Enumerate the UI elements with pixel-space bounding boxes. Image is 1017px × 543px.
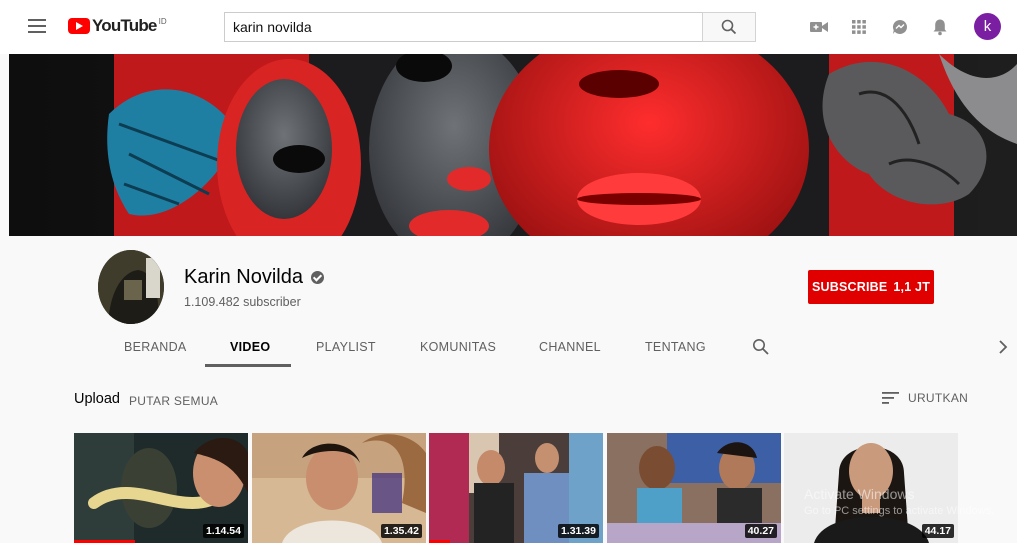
channel-avatar[interactable] <box>98 250 164 324</box>
subscribe-count: 1,1 JT <box>893 280 931 294</box>
search-input[interactable]: karin novilda <box>224 12 702 42</box>
play-all-button[interactable]: PUTAR SEMUA <box>129 394 218 408</box>
hamburger-menu-icon[interactable] <box>28 19 46 33</box>
tab-video[interactable]: VIDEO <box>230 340 270 354</box>
video-duration: 44.17 <box>921 524 954 538</box>
youtube-play-icon <box>68 18 90 34</box>
channel-banner <box>9 54 1017 236</box>
tab-channel[interactable]: CHANNEL <box>539 340 601 354</box>
subscribe-label: SUBSCRIBE <box>811 280 888 294</box>
tab-beranda[interactable]: BERANDA <box>124 340 187 354</box>
channel-name-text: Karin Novilda <box>184 266 303 288</box>
video-duration: 1.14.54 <box>202 524 244 538</box>
logo-region: ID <box>158 17 167 26</box>
video-camera-icon[interactable] <box>808 16 830 38</box>
active-tab-indicator <box>205 364 291 367</box>
search-icon <box>721 19 737 35</box>
masthead: YouTube ID karin novilda k <box>0 0 1017 54</box>
sort-button[interactable]: URUTKAN <box>882 391 968 405</box>
sort-label: URUTKAN <box>908 391 969 405</box>
video-thumbnail[interactable]: 1.35.42 <box>252 433 426 543</box>
youtube-logo[interactable]: YouTube ID <box>68 15 167 39</box>
channel-tabs: BERANDA VIDEO PLAYLIST KOMUNITAS CHANNEL… <box>9 330 1017 367</box>
subscriber-count: 1.109.482 subscriber <box>184 295 301 309</box>
video-duration: 40.27 <box>744 524 777 538</box>
tab-tentang[interactable]: TENTANG <box>645 340 706 354</box>
sort-icon <box>882 392 899 404</box>
video-thumbnail[interactable]: 40.27 <box>607 433 781 543</box>
video-thumbnail[interactable]: 44.17 <box>784 433 958 543</box>
video-duration: 1.31.39 <box>557 524 599 538</box>
search-button[interactable] <box>702 12 756 42</box>
video-duration: 1.35.42 <box>380 524 422 538</box>
user-avatar[interactable]: k <box>974 13 1001 40</box>
tab-playlist[interactable]: PLAYLIST <box>316 340 376 354</box>
banner-artwork <box>9 54 1017 236</box>
channel-search-icon[interactable] <box>752 338 770 356</box>
bell-icon[interactable] <box>929 16 951 38</box>
section-title: Upload <box>74 391 120 407</box>
tab-komunitas[interactable]: KOMUNITAS <box>420 340 496 354</box>
subscribe-button[interactable]: SUBSCRIBE 1,1 JT <box>808 270 934 304</box>
messages-icon[interactable] <box>889 16 911 38</box>
chevron-right-icon[interactable] <box>994 338 1012 356</box>
channel-name: Karin Novilda <box>184 266 324 289</box>
channel-header: Karin Novilda 1.109.482 subscriber SUBSC… <box>9 236 1017 367</box>
logo-text: YouTube <box>92 16 157 35</box>
verified-badge-icon <box>310 271 324 284</box>
video-thumbnail[interactable]: 1.14.54 <box>74 433 248 543</box>
video-thumbnail[interactable]: 1.31.39 <box>429 433 603 543</box>
apps-grid-icon[interactable] <box>848 16 870 38</box>
